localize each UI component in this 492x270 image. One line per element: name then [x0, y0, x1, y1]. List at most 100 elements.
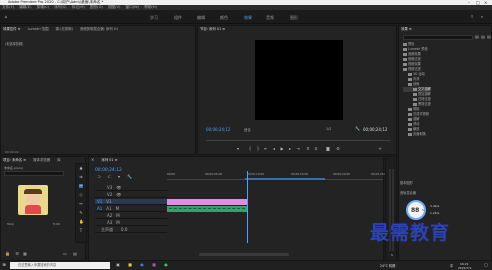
menu-view[interactable]: 视图(V)	[108, 5, 120, 9]
new-item-icon[interactable]: ▤	[73, 252, 77, 256]
menu-edit[interactable]: 编辑(E)	[19, 5, 31, 9]
track-label-a1[interactable]: A1	[106, 206, 111, 211]
premiere-icon[interactable]: ■	[152, 263, 156, 267]
tab-lumetri-scopes[interactable]: Lumetri 范围	[28, 27, 49, 31]
program-title[interactable]: 节目: 序列 01 ≡	[200, 27, 225, 31]
track-label-v1[interactable]: V1	[106, 199, 111, 204]
selection-tool-icon[interactable]: ▲	[79, 166, 83, 170]
wrench-icon[interactable]: 🔧	[355, 127, 360, 131]
taskbar-search[interactable]: 在这里输入你要搜索的内容	[10, 262, 110, 269]
windows-start-icon[interactable]: ⊞	[2, 263, 6, 267]
type-tool-icon[interactable]: T	[79, 229, 83, 233]
search-icon[interactable]: ⌕	[480, 15, 484, 19]
tab-project[interactable]: 项目: 未命名 ≡	[3, 158, 26, 162]
menu-graphics[interactable]: 图形(G)	[90, 5, 103, 9]
track-select-tool-icon[interactable]: ⇉	[79, 175, 83, 179]
workspace-edit[interactable]: 编辑	[197, 15, 205, 21]
video-clip[interactable]	[167, 199, 247, 205]
icon-view-icon[interactable]: ▦	[23, 252, 27, 256]
menu-clip[interactable]: 剪辑(C)	[37, 5, 50, 9]
effects-search-input[interactable]	[403, 35, 473, 40]
home-icon[interactable]: ⌂	[4, 15, 8, 19]
notification-icon[interactable]: ▢	[484, 263, 488, 267]
workspace-audio[interactable]: 音频	[266, 15, 274, 21]
share-icon[interactable]: ⇪	[470, 15, 474, 19]
yuv-icon[interactable]: ▤	[487, 35, 491, 39]
tab-libraries[interactable]: 库	[57, 158, 60, 162]
go-to-in-icon[interactable]: ⇤	[264, 147, 268, 151]
audio-mixer-label[interactable]: 音轨混合器	[400, 190, 416, 195]
menu-help[interactable]: 帮助(H)	[144, 5, 157, 9]
snap-icon[interactable]: ⊃	[97, 175, 101, 179]
marker-icon[interactable]: ▾	[236, 147, 240, 151]
project-search-input[interactable]	[4, 171, 64, 176]
timeline-settings-icon[interactable]: 🔧	[127, 175, 132, 179]
tab-media-browser[interactable]: 媒体浏览器	[33, 158, 50, 162]
source-patch-v1[interactable]: V1	[97, 199, 102, 204]
solo-icon[interactable]: S	[390, 253, 394, 257]
workspace-effects[interactable]: 效果	[244, 15, 252, 21]
mark-out-icon[interactable]: }	[256, 147, 260, 151]
accelerated-icon[interactable]: ▤	[475, 35, 479, 39]
work-area-bar[interactable]	[245, 178, 325, 180]
media-thumbnail[interactable]	[18, 185, 48, 215]
step-forward-icon[interactable]: ▸	[288, 147, 292, 151]
time-ruler[interactable]: 00;00 00;00;05;00 00;00;10;00 00;00;15;0…	[167, 171, 388, 180]
clock-date[interactable]: 2021/7/1	[458, 266, 471, 270]
track-label-v3[interactable]: V3	[107, 185, 112, 190]
add-button-icon[interactable]: +	[378, 147, 382, 151]
pen-tool-icon[interactable]: ✎	[79, 211, 83, 215]
master-value[interactable]: 0.0	[121, 227, 127, 232]
export-frame-icon[interactable]: ◙	[326, 147, 330, 151]
program-scrubber[interactable]	[206, 140, 390, 141]
source-patch-a1[interactable]: A1	[97, 206, 102, 211]
menu-marker[interactable]: 标记(M)	[72, 5, 85, 9]
playhead[interactable]	[247, 171, 248, 243]
32bit-icon[interactable]: ▤	[481, 35, 485, 39]
lock-icon[interactable]: 🔒	[5, 252, 10, 256]
lift-icon[interactable]: ⊼	[306, 147, 310, 151]
track-label-v2[interactable]: V2	[107, 192, 112, 197]
resolution-dropdown[interactable]: 1/2	[326, 127, 331, 131]
linked-selection-icon[interactable]: ⊂	[107, 175, 111, 179]
menu-file[interactable]: 文件(F)	[2, 5, 14, 9]
menu-window[interactable]: 窗口(W)	[126, 5, 140, 9]
mark-in-icon[interactable]: {	[248, 147, 252, 151]
weather[interactable]: 24°C 晴朗	[380, 263, 395, 268]
effects-title[interactable]: 效果 ≡	[401, 27, 412, 31]
workspace-color[interactable]: 颜色	[220, 15, 228, 21]
tree-item[interactable]: 页面剥落	[403, 132, 431, 137]
workspace-assembly[interactable]: 组件	[174, 15, 182, 21]
settings-icon[interactable]: ⚙	[336, 147, 340, 151]
tab-audio-clip-mixer[interactable]: 音频剪辑混合器: 序列 01	[80, 27, 118, 31]
speed-badge[interactable]: 88 %	[406, 200, 426, 220]
input-language[interactable]: 中	[450, 263, 453, 268]
file-explorer-icon[interactable]: ■	[128, 263, 132, 267]
mute-icon[interactable]: M	[116, 213, 119, 218]
new-bin-icon[interactable]: ▭	[63, 252, 67, 256]
track-label-a2[interactable]: A2	[107, 213, 112, 218]
tab-source[interactable]: 源:(无剪辑)	[56, 27, 73, 31]
essential-graphics-label[interactable]: 基本图形	[400, 180, 413, 185]
hand-tool-icon[interactable]: ✋	[79, 220, 84, 224]
menu-sequence[interactable]: 序列(S)	[54, 5, 66, 9]
add-marker-icon[interactable]: ▾	[117, 175, 121, 179]
browser-icon[interactable]: ●	[140, 263, 144, 267]
razor-tool-icon[interactable]: ◇	[79, 193, 83, 197]
mute-icon[interactable]: M	[116, 206, 119, 211]
fit-dropdown[interactable]: 适合	[244, 127, 251, 132]
task-view-icon[interactable]: ▣	[116, 263, 120, 267]
go-to-out-icon[interactable]: ⇥	[296, 147, 300, 151]
workspace-learn[interactable]: 学习	[150, 15, 158, 21]
workspace-graphics[interactable]: 图形	[290, 15, 298, 21]
extract-icon[interactable]: ⊻	[314, 147, 318, 151]
program-viewer[interactable]	[255, 40, 343, 120]
track-label-a3[interactable]: A3	[107, 220, 112, 225]
eye-icon[interactable]: 👁	[116, 192, 121, 197]
app-icon[interactable]: ●	[164, 263, 168, 267]
timeline-scrollbar[interactable]	[199, 253, 289, 256]
close-sequence-icon[interactable]: ×	[91, 157, 94, 162]
eye-icon[interactable]: 👁	[116, 185, 121, 190]
mute-icon[interactable]: M	[116, 220, 119, 225]
list-view-icon[interactable]: ☰	[15, 252, 19, 256]
